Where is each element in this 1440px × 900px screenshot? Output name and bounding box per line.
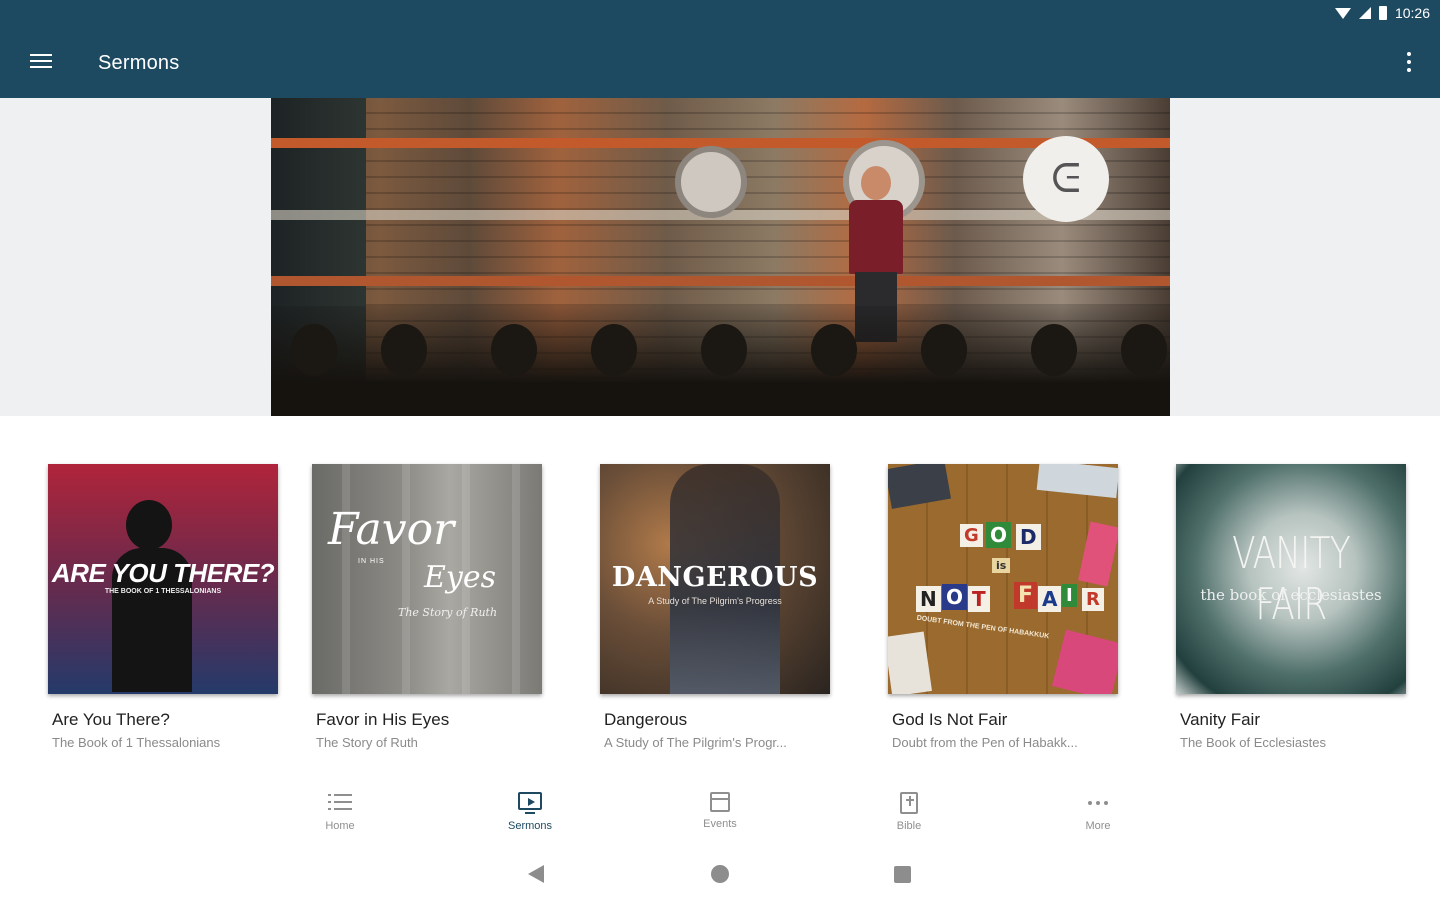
overflow-menu-icon[interactable] xyxy=(1406,52,1412,74)
sermon-title: Favor in His Eyes xyxy=(316,710,450,729)
sermon-card-dangerous[interactable]: DANGEROUS A Study of The Pilgrim's Progr… xyxy=(600,464,830,750)
sermon-artwork: Favor IN HIS Eyes The Story of Ruth xyxy=(312,464,542,694)
signal-icon xyxy=(1358,7,1371,19)
page-title: Sermons xyxy=(98,52,180,74)
sermon-artwork: G O D is N O T F A I R DOUBT FROM THE PE… xyxy=(888,464,1118,694)
wifi-icon xyxy=(1334,7,1351,19)
system-navigation-bar xyxy=(0,850,1440,900)
list-icon xyxy=(328,792,352,814)
sermon-title: Dangerous xyxy=(604,710,688,729)
sermon-subtitle: The Book of Ecclesiastes xyxy=(1180,735,1326,750)
battery-icon xyxy=(1378,6,1387,20)
nav-sermons[interactable]: Sermons xyxy=(480,792,580,832)
sermon-subtitle: Doubt from the Pen of Habakk... xyxy=(892,735,1078,750)
sermon-title: Vanity Fair xyxy=(1180,710,1260,729)
bible-icon xyxy=(900,792,918,814)
church-logo-left-icon xyxy=(675,146,747,218)
sermon-card-favor-in-his-eyes[interactable]: Favor IN HIS Eyes The Story of Ruth Favo… xyxy=(312,464,542,750)
sermon-artwork: ARE YOU THERE? THE BOOK OF 1 THESSALONIA… xyxy=(48,464,278,694)
sermon-card-vanity-fair[interactable]: VANITY FAIR the book of ecclesiastes Van… xyxy=(1176,464,1406,750)
app-bar: Sermons xyxy=(0,28,1440,98)
nav-events[interactable]: Events xyxy=(670,792,770,830)
sermon-subtitle: The Book of 1 Thessalonians xyxy=(52,735,221,750)
nav-home[interactable]: Home xyxy=(290,792,390,832)
church-logo-right-icon: ᕮ xyxy=(1023,136,1109,222)
sermon-series-list: ARE YOU THERE? THE BOOK OF 1 THESSALONIA… xyxy=(0,464,1440,754)
back-icon[interactable] xyxy=(528,865,544,883)
home-circle-icon[interactable] xyxy=(711,865,729,883)
nav-bible[interactable]: Bible xyxy=(859,792,959,832)
status-bar: 10:26 xyxy=(0,0,1440,28)
sermon-subtitle: A Study of The Pilgrim's Progr... xyxy=(604,735,787,750)
status-icons: 10:26 xyxy=(1334,5,1430,21)
sermon-title: Are You There? xyxy=(52,710,170,729)
sermon-artwork: DANGEROUS A Study of The Pilgrim's Progr… xyxy=(600,464,830,694)
sermon-subtitle: The Story of Ruth xyxy=(316,735,418,750)
nav-more[interactable]: More xyxy=(1048,792,1148,832)
hamburger-menu-icon[interactable] xyxy=(30,54,52,72)
status-time: 10:26 xyxy=(1394,5,1430,21)
recent-apps-icon[interactable] xyxy=(894,866,911,883)
more-dots-icon xyxy=(1086,792,1110,814)
sermon-title: God Is Not Fair xyxy=(892,710,1008,729)
audience xyxy=(271,306,1170,416)
sermon-artwork: VANITY FAIR the book of ecclesiastes xyxy=(1176,464,1406,694)
bottom-navigation: Home Sermons Events Bible More xyxy=(0,782,1440,850)
sermon-screen-icon xyxy=(518,792,542,814)
sermon-card-are-you-there[interactable]: ARE YOU THERE? THE BOOK OF 1 THESSALONIA… xyxy=(48,464,278,750)
sermon-card-god-is-not-fair[interactable]: G O D is N O T F A I R DOUBT FROM THE PE… xyxy=(888,464,1118,750)
hero-image[interactable]: ᕮ xyxy=(271,98,1170,416)
calendar-icon xyxy=(710,792,730,812)
